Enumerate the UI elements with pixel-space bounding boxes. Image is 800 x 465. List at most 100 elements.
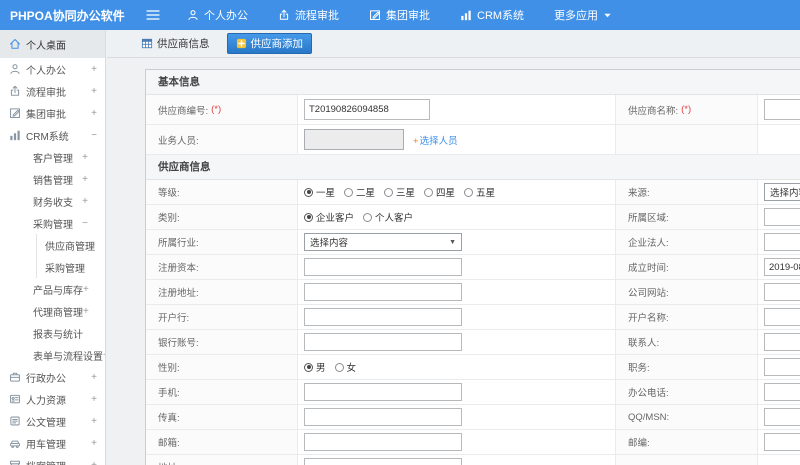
expand-toggle-icon[interactable]: + xyxy=(83,306,89,317)
expand-toggle-icon[interactable]: + xyxy=(82,152,88,163)
sidebar-item-sales-mgmt[interactable]: 销售管理 + xyxy=(0,168,105,190)
field-category: 企业客户 个人客户 xyxy=(298,205,616,229)
sidebar-item-document-mgmt[interactable]: 公文管理 + xyxy=(0,410,105,432)
sidebar-item-admin-office[interactable]: 行政办公 + xyxy=(0,366,105,388)
sidebar-item-customer-mgmt[interactable]: 客户管理 + xyxy=(0,146,105,168)
radio-icon[interactable] xyxy=(304,362,313,372)
label-office-phone: 办公电话: xyxy=(616,380,758,404)
field-label: 注册资本: xyxy=(158,263,199,274)
position-input[interactable] xyxy=(764,358,800,376)
sidebar-item-crm-system[interactable]: CRM系统 − xyxy=(0,124,105,146)
business-person-input[interactable] xyxy=(304,129,404,150)
sidebar-item-supplier-mgmt[interactable]: 供应商管理 xyxy=(36,234,105,256)
expand-toggle-icon[interactable]: + xyxy=(91,372,97,383)
expand-toggle-icon[interactable]: + xyxy=(91,64,97,75)
level-option[interactable]: 五星 xyxy=(464,185,495,199)
tab-supplier-add[interactable]: 供应商添加 xyxy=(226,33,312,54)
postcode-input[interactable] xyxy=(764,433,800,451)
industry-select[interactable]: 选择内容 ▼ xyxy=(304,233,462,251)
sidebar-item-vehicle-mgmt[interactable]: 用车管理 + xyxy=(0,432,105,454)
expand-toggle-icon[interactable]: + xyxy=(91,438,97,449)
topnav-item-more-apps[interactable]: 更多应用 xyxy=(539,0,627,30)
sidebar-item-label: 供应商管理 xyxy=(45,241,95,253)
radio-icon[interactable] xyxy=(304,187,313,197)
mobile-input[interactable] xyxy=(304,383,462,401)
gender-option[interactable]: 女 xyxy=(334,360,356,374)
level-option[interactable]: 一星 xyxy=(304,185,335,199)
source-select[interactable]: 选择内容▼ xyxy=(764,183,800,201)
sidebar-item-group-approval[interactable]: 集团审批 + xyxy=(0,102,105,124)
expand-toggle-icon[interactable]: − xyxy=(82,218,88,229)
sidebar-item-archive-mgmt[interactable]: 档案管理+ xyxy=(0,454,105,465)
expand-toggle-icon[interactable]: + xyxy=(83,284,89,295)
expand-toggle-icon[interactable]: + xyxy=(91,108,97,119)
email-input[interactable] xyxy=(304,433,462,451)
expand-toggle-icon[interactable]: + xyxy=(91,86,97,97)
field-bank-account xyxy=(298,330,616,354)
sidebar-item-purchase-sub[interactable]: 采购管理 xyxy=(36,256,105,278)
expand-toggle-icon[interactable]: + xyxy=(103,350,105,361)
add-icon xyxy=(236,38,247,49)
address-input[interactable] xyxy=(304,458,462,465)
sidebar-item-reports-stats[interactable]: 报表与统计 xyxy=(0,322,105,344)
account-name-input[interactable] xyxy=(764,308,800,326)
sidebar-item-form-flow-settings[interactable]: 表单与流程设置+ xyxy=(0,344,105,366)
sidebar-item-personal-desktop[interactable]: 个人桌面 xyxy=(0,30,105,58)
expand-toggle-icon[interactable]: + xyxy=(91,460,97,465)
level-option[interactable]: 三星 xyxy=(384,185,415,199)
sidebar-item-personal-office[interactable]: 个人办公 + xyxy=(0,58,105,80)
hamburger-icon[interactable] xyxy=(140,0,166,30)
topnav-item-group-approval[interactable]: 集团审批 xyxy=(354,0,445,30)
sidebar-item-agent-mgmt[interactable]: 代理商管理 + xyxy=(0,300,105,322)
founded-date-input[interactable] xyxy=(764,258,800,276)
office-phone-input[interactable] xyxy=(764,383,800,401)
field-legal-person xyxy=(758,230,800,254)
radio-icon[interactable] xyxy=(304,212,313,222)
expand-toggle-icon[interactable]: + xyxy=(91,416,97,427)
topnav-item-crm-system[interactable]: CRM系统 xyxy=(445,0,539,30)
fax-input[interactable] xyxy=(304,408,462,426)
region-input[interactable] xyxy=(764,208,800,226)
label-supplier-name: 供应商名称: (*) xyxy=(616,95,758,124)
level-option[interactable]: 二星 xyxy=(344,185,375,199)
field-bank xyxy=(298,305,616,329)
sidebar-item-finance[interactable]: 财务收支 + xyxy=(0,190,105,212)
radio-icon[interactable] xyxy=(363,212,373,222)
radio-icon[interactable] xyxy=(424,187,434,197)
supplier-name-input[interactable] xyxy=(764,99,800,120)
category-option[interactable]: 企业客户 xyxy=(304,210,354,224)
field-label: 职务: xyxy=(628,363,650,374)
gender-option[interactable]: 男 xyxy=(304,360,326,374)
website-input[interactable] xyxy=(764,283,800,301)
sidebar-item-product-stock[interactable]: 产品与库存 + xyxy=(0,278,105,300)
bank-input[interactable] xyxy=(304,308,462,326)
topnav-item-personal-office[interactable]: 个人办公 xyxy=(172,0,263,30)
main-content: 供应商信息供应商添加 基本信息供应商编号:(*)供应商名称:(*)业务人员:+选… xyxy=(107,30,800,465)
form-row: 传真: QQ/MSN: xyxy=(146,405,800,430)
expand-toggle-icon[interactable]: + xyxy=(91,394,97,405)
radio-icon[interactable] xyxy=(334,362,344,372)
sidebar-item-human-resources[interactable]: 人力资源 + xyxy=(0,388,105,410)
expand-toggle-icon[interactable]: + xyxy=(82,174,88,185)
radio-icon[interactable] xyxy=(384,187,394,197)
registered-address-input[interactable] xyxy=(304,283,462,301)
sidebar-item-process-approval[interactable]: 流程审批 + xyxy=(0,80,105,102)
radio-icon[interactable] xyxy=(464,187,474,197)
car-icon xyxy=(9,437,21,449)
sidebar-item-purchase-mgmt[interactable]: 采购管理 − xyxy=(0,212,105,234)
tab-label: 供应商添加 xyxy=(250,38,304,50)
radio-icon[interactable] xyxy=(344,187,354,197)
tab-supplier-info[interactable]: 供应商信息 xyxy=(133,33,218,54)
expand-toggle-icon[interactable]: + xyxy=(82,196,88,207)
supplier-code-input[interactable] xyxy=(304,99,430,120)
topnav-item-process-approval[interactable]: 流程审批 xyxy=(263,0,354,30)
bank-account-input[interactable] xyxy=(304,333,462,351)
choose-person-link[interactable]: +选择人员 xyxy=(413,133,458,147)
expand-toggle-icon[interactable]: − xyxy=(91,130,97,141)
legal-person-input[interactable] xyxy=(764,233,800,251)
contact-person-input[interactable] xyxy=(764,333,800,351)
level-option[interactable]: 四星 xyxy=(424,185,455,199)
registered-capital-input[interactable] xyxy=(304,258,462,276)
qq-msn-input[interactable] xyxy=(764,408,800,426)
category-option[interactable]: 个人客户 xyxy=(363,210,413,224)
